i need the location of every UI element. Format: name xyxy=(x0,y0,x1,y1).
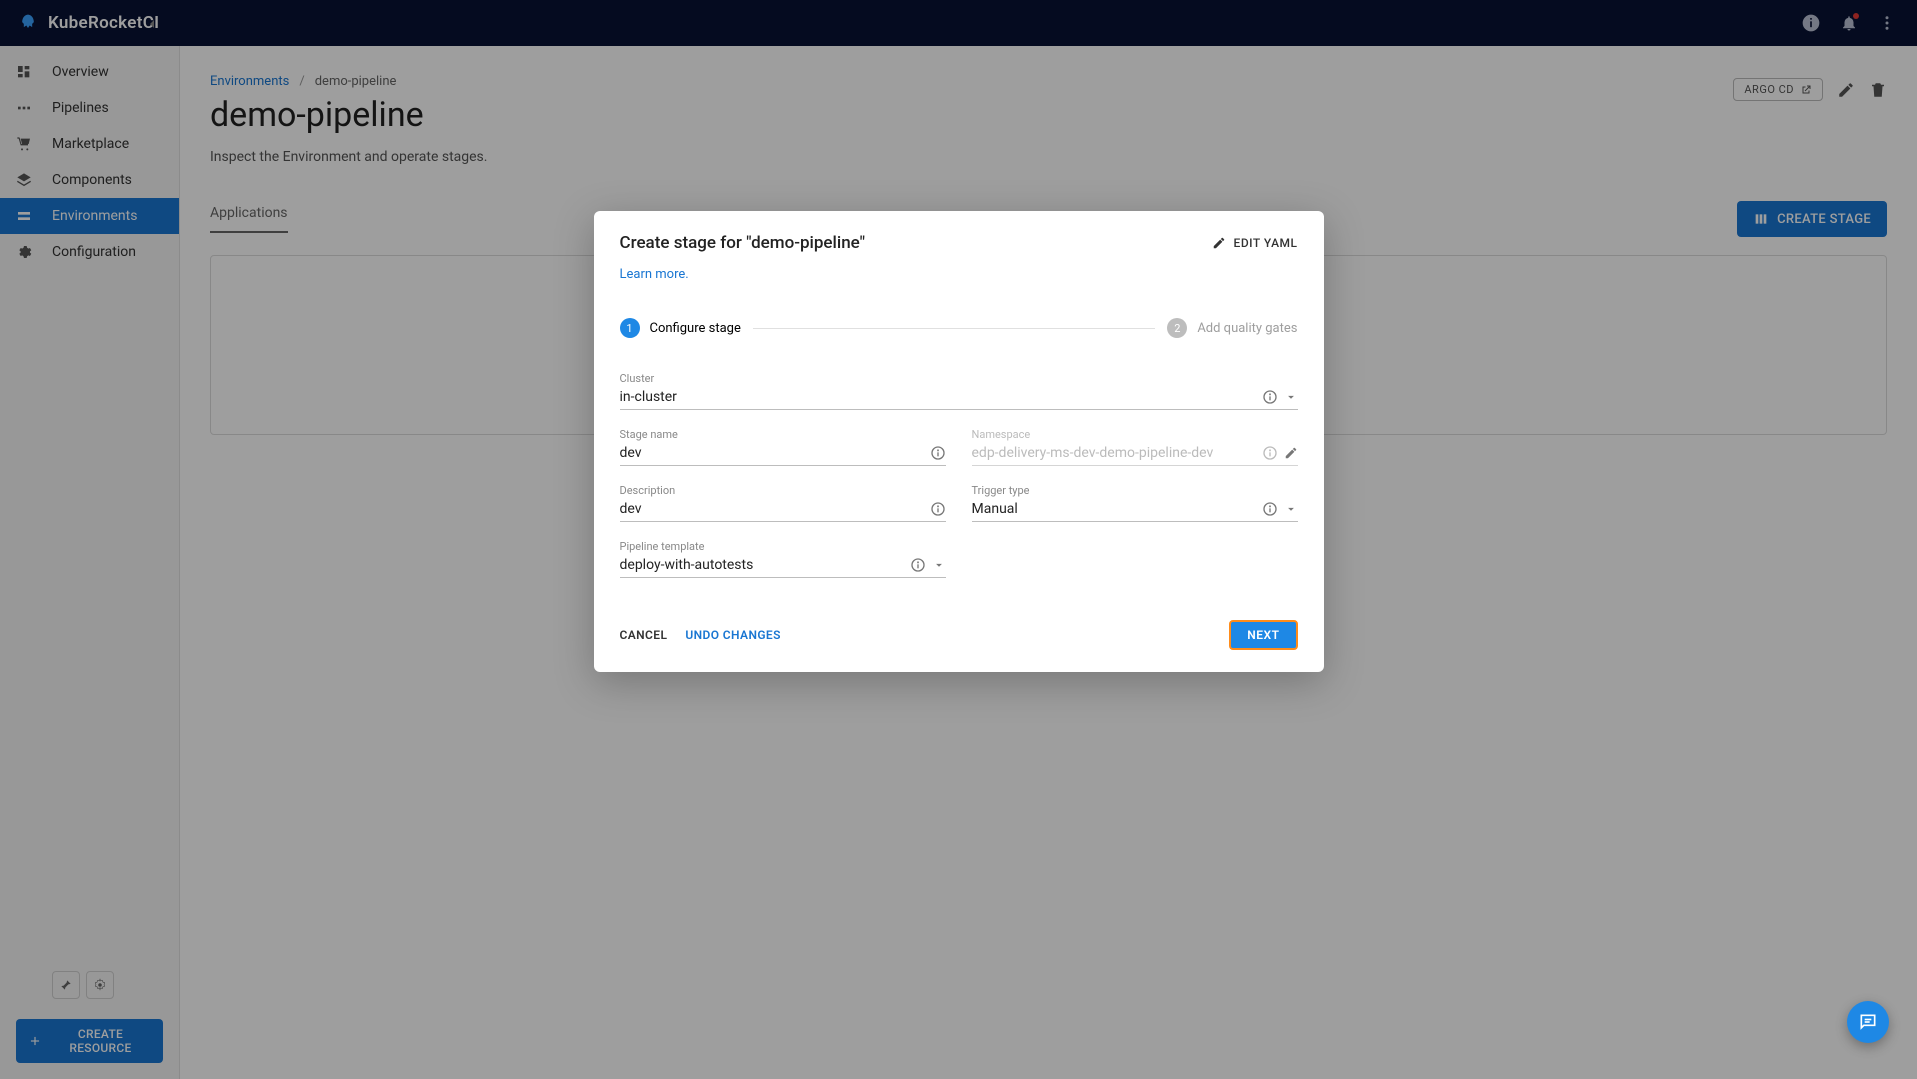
stage-name-input[interactable] xyxy=(620,445,924,461)
field-namespace: Namespace xyxy=(972,428,1298,466)
info-outline-icon[interactable] xyxy=(930,501,946,517)
pencil-icon xyxy=(1212,236,1226,250)
step1-number: 1 xyxy=(620,318,640,338)
trigger-type-label: Trigger type xyxy=(972,484,1298,497)
stepper: 1 Configure stage 2 Add quality gates xyxy=(620,318,1298,338)
description-input[interactable] xyxy=(620,501,924,517)
undo-changes-button[interactable]: UNDO CHANGES xyxy=(685,628,780,642)
namespace-input xyxy=(972,445,1256,461)
pipeline-template-select[interactable] xyxy=(620,557,904,573)
info-outline-icon[interactable] xyxy=(1262,389,1278,405)
namespace-label: Namespace xyxy=(972,428,1298,441)
step1-label: Configure stage xyxy=(650,321,741,336)
chevron-down-icon[interactable] xyxy=(932,558,946,572)
chat-icon xyxy=(1858,1012,1878,1032)
field-pipeline-template: Pipeline template xyxy=(620,540,946,578)
pipeline-template-label: Pipeline template xyxy=(620,540,946,553)
cluster-select[interactable] xyxy=(620,389,1256,405)
step-add-quality-gates[interactable]: 2 Add quality gates xyxy=(1167,318,1297,338)
dialog-title: Create stage for "demo-pipeline" xyxy=(620,233,866,253)
cancel-button[interactable]: CANCEL xyxy=(620,628,668,642)
step-connector xyxy=(753,328,1155,329)
edit-yaml-label: EDIT YAML xyxy=(1234,236,1298,250)
info-outline-icon[interactable] xyxy=(930,445,946,461)
field-cluster: Cluster xyxy=(620,372,1298,410)
step-configure-stage[interactable]: 1 Configure stage xyxy=(620,318,741,338)
edit-yaml-button[interactable]: EDIT YAML xyxy=(1212,236,1298,250)
create-stage-dialog: Create stage for "demo-pipeline" EDIT YA… xyxy=(594,211,1324,672)
info-outline-icon[interactable] xyxy=(1262,445,1278,461)
chevron-down-icon[interactable] xyxy=(1284,390,1298,404)
learn-more-link[interactable]: Learn more. xyxy=(620,267,689,282)
stage-name-label: Stage name xyxy=(620,428,946,441)
field-description: Description xyxy=(620,484,946,522)
info-outline-icon[interactable] xyxy=(1262,501,1278,517)
step2-label: Add quality gates xyxy=(1197,321,1297,336)
cluster-label: Cluster xyxy=(620,372,1298,385)
field-trigger-type: Trigger type xyxy=(972,484,1298,522)
chevron-down-icon[interactable] xyxy=(1284,502,1298,516)
next-button[interactable]: NEXT xyxy=(1229,620,1297,650)
step2-number: 2 xyxy=(1167,318,1187,338)
description-label: Description xyxy=(620,484,946,497)
info-outline-icon[interactable] xyxy=(910,557,926,573)
field-stage-name: Stage name xyxy=(620,428,946,466)
trigger-type-select[interactable] xyxy=(972,501,1256,517)
field-empty-slot xyxy=(972,540,1298,578)
sidebar-collapse-chevron[interactable] xyxy=(140,12,164,36)
edit-pencil-icon[interactable] xyxy=(1284,446,1298,460)
chat-fab[interactable] xyxy=(1847,1001,1889,1043)
